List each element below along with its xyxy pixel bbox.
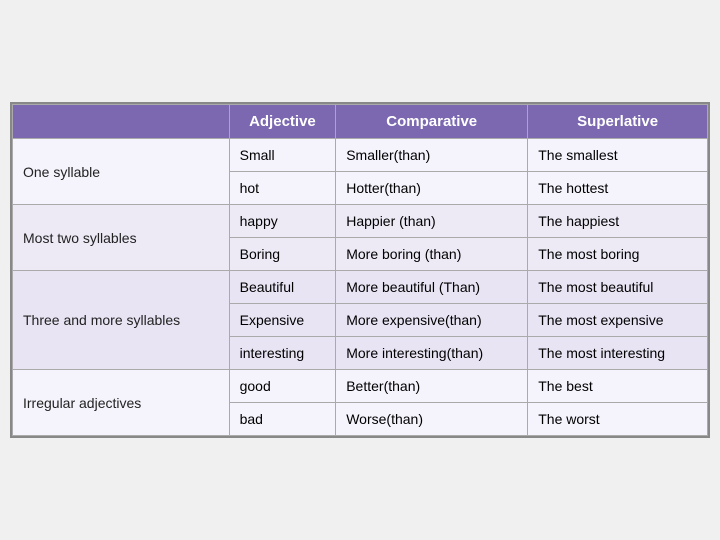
- superlative-cell: The worst: [528, 403, 708, 436]
- comparative-cell: Worse(than): [336, 403, 528, 436]
- adjective-cell: happy: [229, 205, 336, 238]
- category-cell: Irregular adjectives: [13, 370, 230, 436]
- adjective-cell: Beautiful: [229, 271, 336, 304]
- category-cell: Most two syllables: [13, 205, 230, 271]
- superlative-cell: The best: [528, 370, 708, 403]
- superlative-cell: The hottest: [528, 172, 708, 205]
- adjective-cell: interesting: [229, 337, 336, 370]
- header-adjective: Adjective: [229, 105, 336, 139]
- category-cell: One syllable: [13, 139, 230, 205]
- adjective-cell: Expensive: [229, 304, 336, 337]
- comparative-cell: More beautiful (Than): [336, 271, 528, 304]
- table-row: Three and more syllablesBeautifulMore be…: [13, 271, 708, 304]
- superlative-cell: The most expensive: [528, 304, 708, 337]
- adjective-cell: good: [229, 370, 336, 403]
- comparative-cell: More expensive(than): [336, 304, 528, 337]
- comparative-cell: Happier (than): [336, 205, 528, 238]
- grammar-table: Adjective Comparative Superlative One sy…: [10, 102, 710, 438]
- comparative-cell: More interesting(than): [336, 337, 528, 370]
- header-superlative: Superlative: [528, 105, 708, 139]
- superlative-cell: The smallest: [528, 139, 708, 172]
- header-comparative: Comparative: [336, 105, 528, 139]
- table-row: Most two syllableshappyHappier (than)The…: [13, 205, 708, 238]
- category-cell: Three and more syllables: [13, 271, 230, 370]
- adjective-cell: Boring: [229, 238, 336, 271]
- superlative-cell: The most boring: [528, 238, 708, 271]
- comparative-cell: More boring (than): [336, 238, 528, 271]
- table-row: Irregular adjectivesgoodBetter(than)The …: [13, 370, 708, 403]
- superlative-cell: The most beautiful: [528, 271, 708, 304]
- superlative-cell: The most interesting: [528, 337, 708, 370]
- adjective-cell: Small: [229, 139, 336, 172]
- header-empty: [13, 105, 230, 139]
- adjective-cell: hot: [229, 172, 336, 205]
- table-row: One syllableSmallSmaller(than)The smalle…: [13, 139, 708, 172]
- comparative-cell: Better(than): [336, 370, 528, 403]
- adjective-cell: bad: [229, 403, 336, 436]
- superlative-cell: The happiest: [528, 205, 708, 238]
- comparative-cell: Smaller(than): [336, 139, 528, 172]
- comparative-cell: Hotter(than): [336, 172, 528, 205]
